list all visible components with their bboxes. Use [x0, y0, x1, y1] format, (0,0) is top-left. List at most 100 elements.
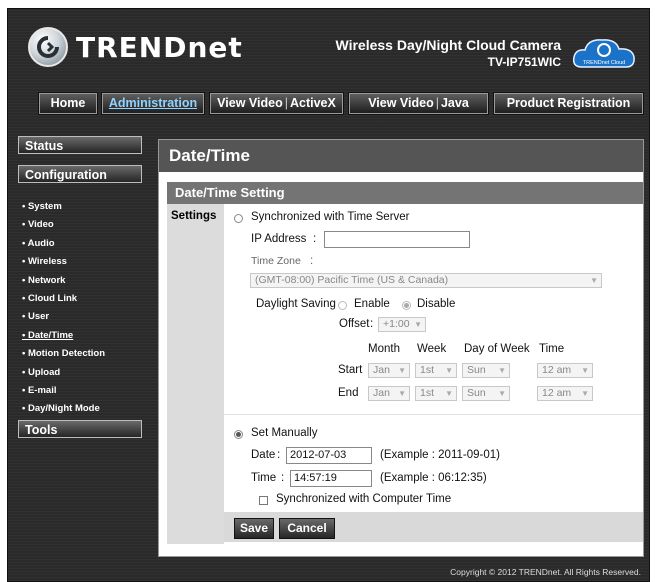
logo-text: TRENDnet	[76, 30, 243, 64]
cloud-badge-text: TRENDnet Cloud	[583, 60, 626, 66]
sidebar-item-video[interactable]: • Video	[22, 216, 146, 234]
end-day-value: Sun	[467, 387, 486, 399]
end-week-value: 1st	[420, 387, 435, 399]
time-example: (Example : 06:12:35)	[380, 472, 487, 484]
date-input[interactable]: 2012-07-03	[286, 447, 372, 464]
end-time-select[interactable]: 12 am ▼	[537, 386, 593, 401]
end-month-select[interactable]: Jan ▼	[368, 386, 410, 401]
end-month-value: Jan	[373, 387, 390, 399]
main-nav: Home Administration View Video | ActiveX V…	[8, 89, 649, 119]
sidebar-item-wireless[interactable]: • Wireless	[22, 253, 146, 271]
daylight-disable-label: Disable	[417, 298, 456, 310]
product-title: Wireless Day/Night Cloud Camera TV-IP751…	[336, 37, 562, 69]
sidebar-item-date-time[interactable]: • Date/Time	[22, 327, 146, 345]
time-zone-select[interactable]: (GMT-08:00) Pacific Time (US & Canada) ▼	[250, 273, 602, 288]
sidebar-item-day-night-mode[interactable]: • Day/Night Mode	[22, 400, 146, 418]
start-week-value: 1st	[420, 364, 435, 376]
page-title: Date/Time	[159, 140, 643, 172]
daylight-enable-radio[interactable]	[338, 301, 347, 310]
save-button[interactable]: Save	[234, 518, 274, 539]
cancel-button[interactable]: Cancel	[279, 518, 335, 539]
chevron-down-icon: ▼	[581, 366, 589, 375]
product-model: TV-IP751WIC	[487, 55, 561, 69]
end-day-select[interactable]: Sun ▼	[462, 386, 510, 401]
nav-java-label: Java	[440, 96, 469, 110]
col-month: Month	[368, 343, 400, 355]
set-manually-radio[interactable]	[234, 430, 243, 439]
chevron-down-icon: ▼	[398, 389, 406, 398]
trendnet-logo: TRENDnet	[28, 27, 243, 67]
sidebar-item-cloud-link[interactable]: • Cloud Link	[22, 290, 146, 308]
action-bar: Save Cancel	[224, 512, 643, 542]
header: TRENDnet Wireless Day/Night Cloud Camera…	[8, 9, 649, 79]
chevron-down-icon: ▼	[498, 389, 506, 398]
sync-computer-checkbox[interactable]	[259, 496, 268, 505]
ip-address-label: IP Address	[251, 233, 307, 245]
sync-computer-label: Synchronized with Computer Time	[276, 493, 452, 505]
nav-view-video-java-label: View Video	[368, 96, 434, 110]
nav-administration[interactable]: Administration	[102, 93, 204, 114]
ip-address-input[interactable]	[324, 231, 470, 248]
nav-home[interactable]: Home	[39, 93, 97, 114]
sidebar-item-audio[interactable]: • Audio	[22, 235, 146, 253]
nav-view-video-java[interactable]: View Video | Java	[349, 93, 488, 114]
copyright-text: Copyright © 2012 TRENDnet. All Rights Re…	[450, 567, 641, 577]
app-frame: TRENDnet Wireless Day/Night Cloud Camera…	[7, 8, 650, 582]
start-week-select[interactable]: 1st ▼	[415, 363, 457, 378]
sync-server-label: Synchronized with Time Server	[251, 211, 410, 223]
sidebar-config-list: • System • Video • Audio • Wireless • Ne…	[22, 198, 146, 419]
start-day-value: Sun	[467, 364, 486, 376]
sidebar-status[interactable]: Status	[18, 136, 142, 154]
col-day-of-week: Day of Week	[464, 343, 530, 355]
sidebar-tools[interactable]: Tools	[18, 420, 142, 438]
date-label: Date	[251, 449, 276, 461]
offset-select[interactable]: +1:00 ▼	[378, 317, 426, 332]
time-label: Time	[251, 472, 277, 484]
start-month-select[interactable]: Jan ▼	[368, 363, 410, 378]
chevron-down-icon: ▼	[581, 389, 589, 398]
sidebar-item-motion-detection[interactable]: • Motion Detection	[22, 345, 146, 363]
end-week-select[interactable]: 1st ▼	[415, 386, 457, 401]
sidebar-item-user[interactable]: • User	[22, 308, 146, 326]
time-zone-label: Time Zone	[251, 255, 301, 267]
section-divider	[224, 414, 643, 415]
start-label: Start	[338, 364, 363, 376]
offset-label: Offset	[339, 318, 370, 330]
nav-activex-label: ActiveX	[289, 96, 336, 110]
end-label: End	[338, 387, 359, 399]
start-time-select[interactable]: 12 am ▼	[537, 363, 593, 378]
end-time-value: 12 am	[542, 387, 572, 399]
settings-label: Settings	[167, 204, 224, 544]
sync-server-radio[interactable]	[234, 214, 243, 223]
time-zone-colon: :	[310, 255, 314, 267]
nav-product-registration[interactable]: Product Registration	[494, 93, 643, 114]
sidebar-item-network[interactable]: • Network	[22, 272, 146, 290]
chevron-down-icon: ▼	[414, 320, 422, 329]
trendnet-cloud-icon: TRENDnet Cloud	[572, 39, 635, 68]
sidebar-item-email[interactable]: • E-mail	[22, 382, 146, 400]
sidebar-item-upload[interactable]: • Upload	[22, 364, 146, 382]
nav-view-video-activex[interactable]: View Video | ActiveX	[210, 93, 343, 114]
date-example: (Example : 2011-09-01)	[380, 449, 500, 461]
trendnet-logo-icon	[28, 27, 68, 67]
set-manually-label: Set Manually	[251, 427, 318, 439]
chevron-down-icon: ▼	[590, 276, 598, 285]
offset-value: +1:00	[383, 318, 410, 330]
product-name: Wireless Day/Night Cloud Camera	[335, 37, 562, 53]
col-time: Time	[539, 343, 565, 355]
daylight-enable-label: Enable	[354, 298, 390, 310]
time-zone-value: (GMT-08:00) Pacific Time (US & Canada)	[255, 274, 449, 286]
time-colon: :	[281, 472, 285, 484]
chevron-down-icon: ▼	[498, 366, 506, 375]
daylight-disable-radio[interactable]	[402, 301, 411, 310]
start-day-select[interactable]: Sun ▼	[462, 363, 510, 378]
chevron-down-icon: ▼	[445, 366, 453, 375]
start-time-value: 12 am	[542, 364, 572, 376]
sidebar-configuration[interactable]: Configuration	[18, 165, 142, 183]
sidebar-item-system[interactable]: • System	[22, 198, 146, 216]
time-input[interactable]: 14:57:19	[290, 470, 372, 487]
ip-address-colon: :	[313, 233, 317, 245]
settings-content: Synchronized with Time Server IP Address…	[224, 204, 643, 556]
col-week: Week	[417, 343, 447, 355]
date-colon: :	[277, 449, 281, 461]
